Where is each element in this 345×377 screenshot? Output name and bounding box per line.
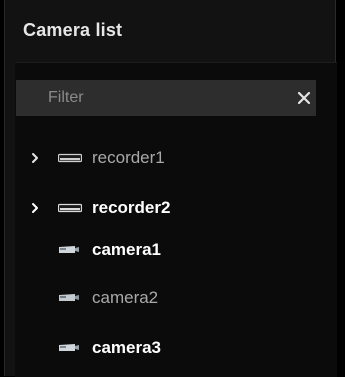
tree-item-label: recorder2 [92, 198, 171, 217]
expand-toggle[interactable] [30, 140, 58, 176]
close-icon [297, 91, 311, 105]
panel-title: Camera list [23, 20, 123, 40]
chevron-right-icon [32, 153, 38, 163]
recorder-icon [58, 190, 92, 226]
tree-item-camera2[interactable]: camera2 [30, 280, 320, 316]
camera-icon [58, 232, 92, 268]
tree-item-camera3[interactable]: camera3 [30, 330, 320, 366]
recorder-icon [58, 140, 92, 176]
tree-item-recorder1[interactable]: recorder1 [30, 140, 320, 176]
tree-item-camera1[interactable]: camera1 [30, 232, 320, 268]
tree-item-label: recorder1 [92, 148, 165, 167]
filter-input[interactable] [16, 80, 316, 116]
tree-item-recorder2[interactable]: recorder2 [30, 190, 320, 226]
chevron-right-icon [32, 203, 38, 213]
camera-icon [58, 330, 92, 366]
expand-toggle[interactable] [30, 190, 58, 226]
tree-item-label: camera2 [92, 288, 159, 307]
tree-item-label: camera3 [92, 338, 162, 357]
clear-filter-button[interactable] [290, 84, 318, 112]
camera-icon [58, 280, 92, 316]
camera-list-panel: Camera list [4, 0, 337, 377]
tree-item-label: camera1 [92, 240, 162, 259]
